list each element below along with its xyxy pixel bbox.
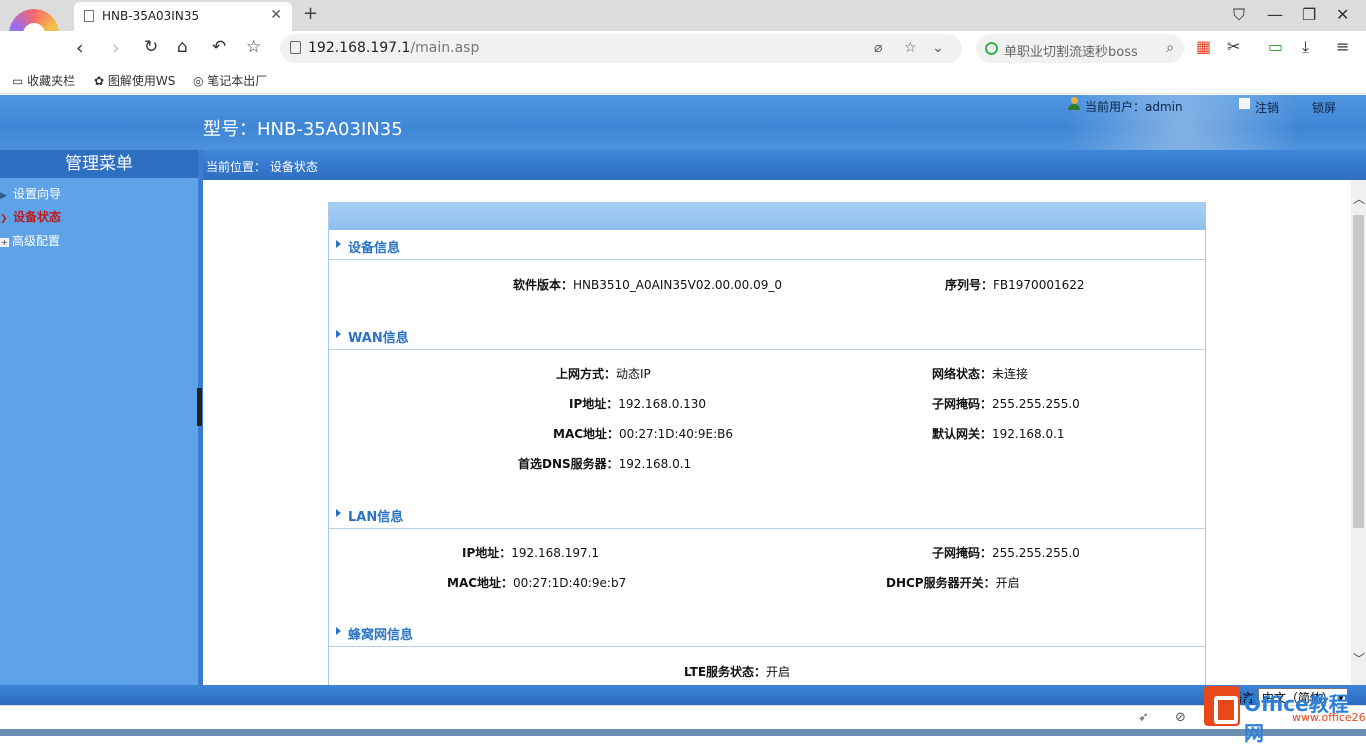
wan-primary-dns: 首选DNS服务器：192.168.0.1 <box>518 457 692 471</box>
triangle-icon <box>336 509 341 517</box>
page-footer <box>0 685 1366 705</box>
bookmark-dell[interactable]: ◎ 笔记本出厂 <box>193 72 267 89</box>
minimize-button[interactable]: — <box>1267 5 1283 24</box>
scroll-up-icon[interactable]: ︿ <box>1353 190 1365 207</box>
router-admin-page: 型号：HNB-35A03IN35 当前用户：admin 注销 锁屏 管理菜单 ▶… <box>0 95 1366 707</box>
lte-service-status: LTE服务状态：开启 <box>684 665 791 679</box>
new-tab-button[interactable]: + <box>303 3 318 24</box>
section-wan-info: WAN信息 <box>329 320 1205 350</box>
back-button[interactable]: ‹ <box>76 37 84 59</box>
breadcrumb: 当前位置： 设备状态 <box>206 160 318 174</box>
wan-mac-address: MAC地址：00:27:1D:40:9E:B6 <box>553 427 734 441</box>
home-button[interactable]: ⌂ <box>177 37 188 57</box>
section-cellular-info: 蜂窝网信息 <box>329 617 1205 647</box>
lock-screen-link[interactable]: 锁屏 <box>1312 99 1336 116</box>
wan-subnet-mask: 子网掩码：255.255.255.0 <box>932 397 1080 411</box>
lan-ip-address: IP地址：192.168.197.1 <box>462 546 600 560</box>
sidebar-item-advanced-config[interactable]: + 高级配置 <box>0 232 60 249</box>
browser-tab[interactable]: HNB-35A03IN35 ✕ <box>74 2 292 31</box>
section-title: 蜂窝网信息 <box>348 628 414 643</box>
software-version: 软件版本：HNB3510_A0AIN35V02.00.00.09_0 <box>513 278 782 292</box>
search-icon[interactable]: ⌕ <box>1166 40 1174 56</box>
ie-mode-icon[interactable]: ⊘ <box>1175 710 1186 725</box>
battery-icon[interactable]: ▭ <box>1268 37 1283 56</box>
bookmarks-bar: ▭ 收藏夹栏 ✿ 图解使用WS ◎ 笔记本出厂 <box>0 66 1366 94</box>
search-input[interactable]: 单职业切割流速秒boss <box>1004 41 1138 60</box>
bookmark-baidu[interactable]: ✿ 图解使用WS <box>94 72 175 89</box>
undo-close-button[interactable]: ↶ <box>212 37 226 57</box>
download-icon[interactable]: ⤓ <box>1302 37 1309 57</box>
favorite-star-button[interactable]: ☆ <box>246 37 261 57</box>
logout-link[interactable]: 注销 <box>1255 99 1279 116</box>
panel-header <box>329 203 1205 230</box>
reload-button[interactable]: ↻ <box>144 37 158 57</box>
wan-network-status: 网络状态：未连接 <box>932 367 1029 381</box>
menu-icon[interactable]: ≡ <box>1336 37 1349 56</box>
serial-number: 序列号：FB1970001622 <box>945 278 1085 292</box>
browser-toolbar: ‹ › ↻ ⌂ ↶ ☆ 192.168.197.1/main.asp ⌀ ☆ ⌄… <box>0 31 1366 66</box>
sidebar: 管理菜单 ▶ 设置向导 ❯ 设备状态 + 高级配置 <box>0 150 198 685</box>
bookmark-star-icon[interactable]: ☆ <box>904 40 917 56</box>
lan-mac-address: MAC地址：00:27:1D:40:9e:b7 <box>447 576 627 590</box>
address-bar[interactable]: 192.168.197.1/main.asp ⌀ ☆ ⌄ <box>280 34 962 63</box>
watermark-site: www.office26.com <box>1292 711 1366 724</box>
document-icon <box>84 10 94 22</box>
close-tab-icon[interactable]: ✕ <box>270 7 282 23</box>
lan-dhcp-switch: DHCP服务器开关：开启 <box>886 576 1020 590</box>
page-header: 型号：HNB-35A03IN35 当前用户：admin 注销 锁屏 <box>0 95 1366 150</box>
sidebar-toggle-handle[interactable] <box>197 388 202 426</box>
content-scrollbar[interactable]: ︿ ﹀ <box>1351 180 1366 685</box>
apps-icon[interactable]: ▦ <box>1196 37 1211 56</box>
office-logo <box>1204 686 1240 726</box>
watermark: Office教程网 www.office26.com <box>1200 686 1366 745</box>
breadcrumb-bar: 当前位置： 设备状态 <box>203 150 1366 180</box>
logout-icon[interactable] <box>1239 98 1250 109</box>
screenshot-scissors-icon[interactable]: ✂ <box>1227 37 1240 56</box>
scrollbar-thumb[interactable] <box>1353 215 1364 528</box>
browser-tab-bar: HNB-35A03IN35 ✕ + ⛉ — ❐ ✕ <box>0 0 1366 31</box>
section-title: LAN信息 <box>348 510 404 525</box>
sidebar-item-setup-wizard[interactable]: ▶ 设置向导 <box>0 185 61 202</box>
section-title: WAN信息 <box>348 331 409 346</box>
chevron-down-icon[interactable]: ⌄ <box>932 40 944 56</box>
triangle-icon <box>336 627 341 635</box>
wan-ip-address: IP地址：192.168.0.130 <box>569 397 707 411</box>
search-box[interactable]: 单职业切割流速秒boss ⌕ <box>976 34 1184 63</box>
lan-subnet-mask: 子网掩码：255.255.255.0 <box>932 546 1080 560</box>
user-icon <box>1068 97 1080 110</box>
bookmark-folder[interactable]: ▭ 收藏夹栏 <box>12 72 75 89</box>
maximize-button[interactable]: ❐ <box>1302 5 1316 24</box>
close-window-button[interactable]: ✕ <box>1336 5 1349 24</box>
scroll-down-icon[interactable]: ﹀ <box>1353 650 1365 667</box>
search-engine-icon <box>985 42 998 55</box>
wan-default-gateway: 默认网关：192.168.0.1 <box>932 427 1065 441</box>
expand-plus-icon[interactable]: + <box>0 238 9 247</box>
tab-title: HNB-35A03IN35 <box>102 9 200 23</box>
browser-status-bar: ➶ ⊘ <box>0 705 1366 729</box>
model-title: 型号：HNB-35A03IN35 <box>203 119 403 140</box>
security-icon[interactable] <box>290 41 301 54</box>
section-lan-info: LAN信息 <box>329 499 1205 529</box>
sidebar-item-device-status[interactable]: ❯ 设备状态 <box>0 208 61 225</box>
current-user: 当前用户：admin <box>1085 100 1183 114</box>
shirt-skin-icon[interactable]: ⛉ <box>1233 5 1245 25</box>
section-device-info: 设备信息 <box>329 230 1205 260</box>
wan-connection-mode: 上网方式：动态IP <box>556 367 651 381</box>
menu-title: 管理菜单 <box>0 150 198 178</box>
url-text[interactable]: 192.168.197.1/main.asp <box>308 40 479 56</box>
rocket-icon[interactable]: ➶ <box>1138 710 1149 725</box>
forward-button[interactable]: › <box>112 37 120 59</box>
compat-mode-icon[interactable]: ⌀ <box>874 40 882 56</box>
section-title: 设备信息 <box>348 241 401 256</box>
main-content: 设备信息 软件版本：HNB3510_A0AIN35V02.00.00.09_0 … <box>203 180 1351 685</box>
status-panel: 设备信息 软件版本：HNB3510_A0AIN35V02.00.00.09_0 … <box>328 202 1206 685</box>
triangle-icon <box>336 330 341 338</box>
os-taskbar <box>0 729 1366 736</box>
triangle-icon <box>336 240 341 248</box>
